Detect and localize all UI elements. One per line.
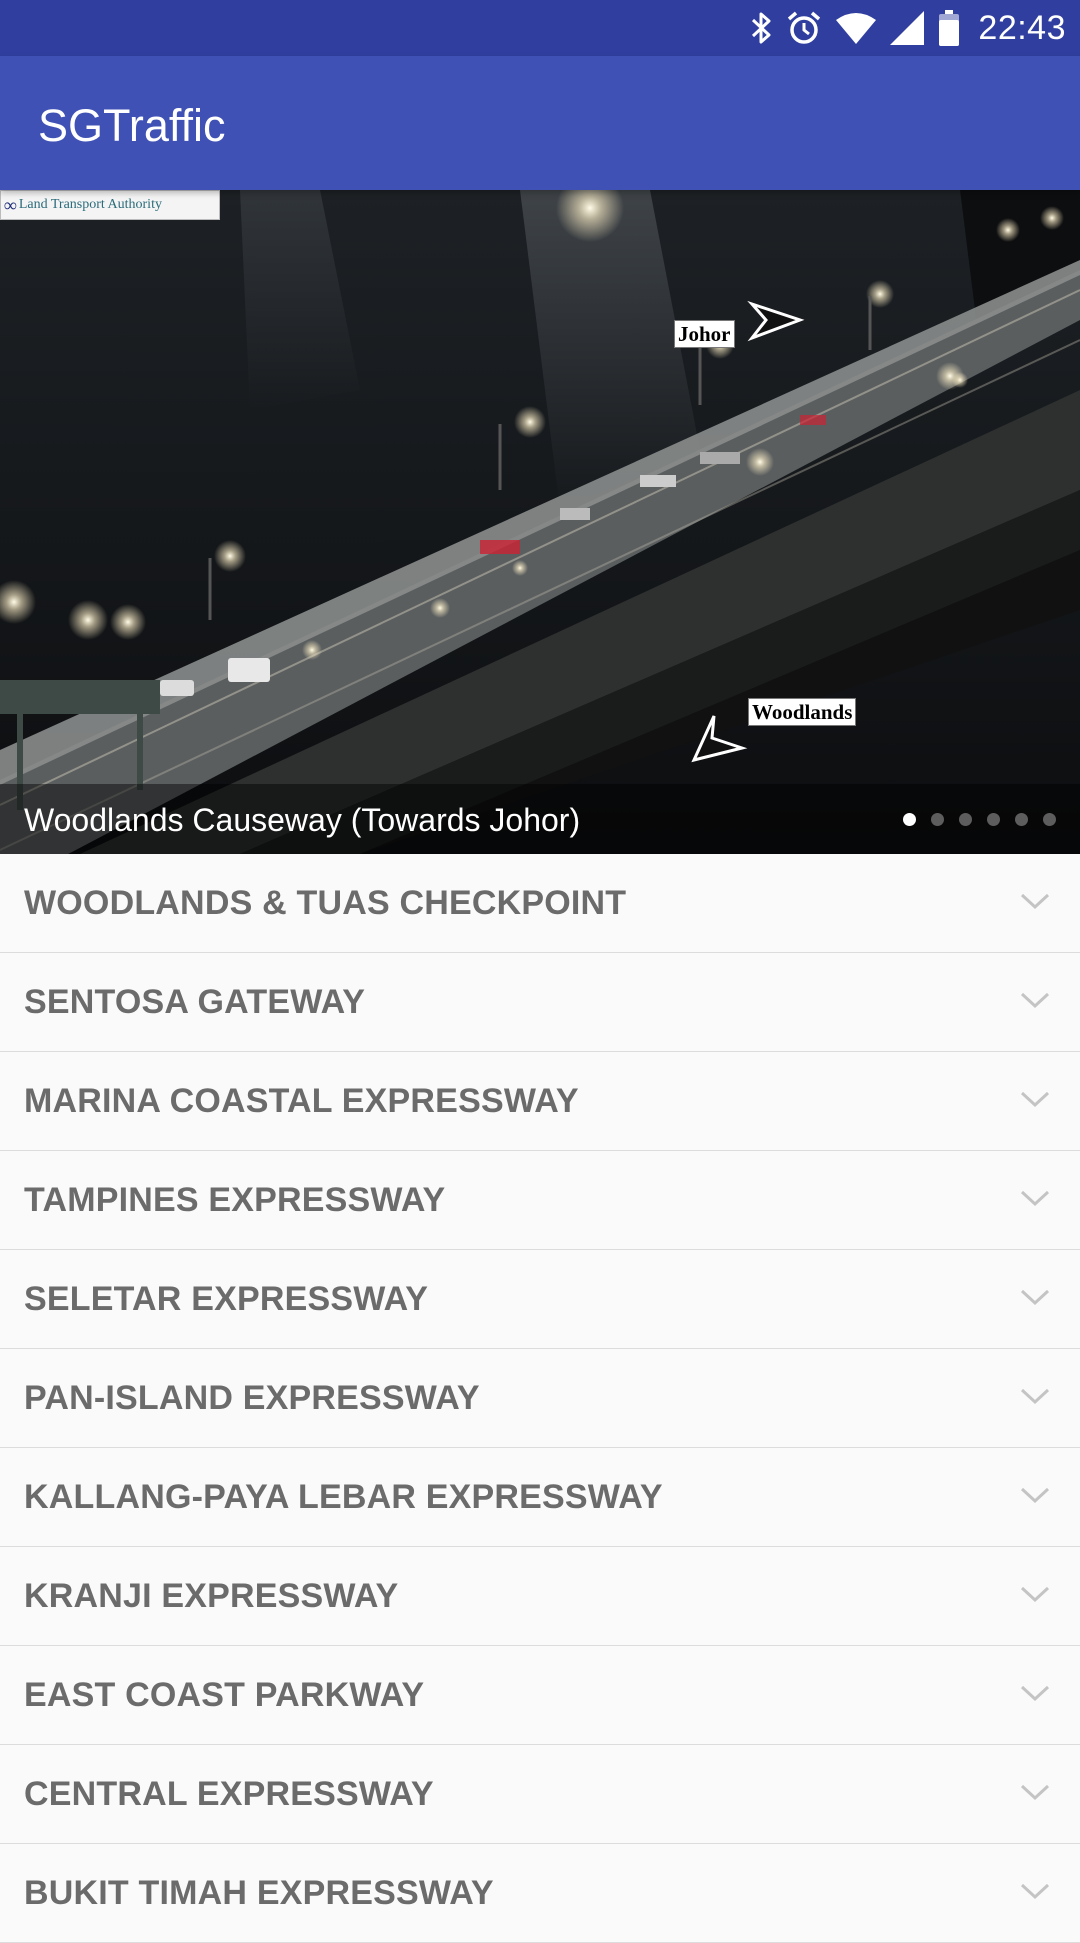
lta-logo: ∞ Land Transport Authority (0, 190, 220, 220)
list-item-marina-coastal-expressway[interactable]: MARINA COASTAL EXPRESSWAY (0, 1052, 1080, 1151)
list-item-kranji-expressway[interactable]: KRANJI EXPRESSWAY (0, 1547, 1080, 1646)
chevron-down-icon (1020, 992, 1050, 1009)
list-item-label: BUKIT TIMAH EXPRESSWAY (24, 1874, 494, 1912)
traffic-camera-carousel[interactable]: ∞ Land Transport Authority Johor Woodlan… (0, 190, 1080, 854)
chevron-down-icon (1020, 1586, 1050, 1603)
list-item-woodlands-tuas-checkpoint[interactable]: WOODLANDS & TUAS CHECKPOINT (0, 854, 1080, 953)
chevron-down-icon (1020, 1388, 1050, 1405)
johor-sign: Johor (674, 320, 735, 348)
list-item-label: EAST COAST PARKWAY (24, 1676, 425, 1714)
chevron-down-icon (1020, 1685, 1050, 1702)
list-item-pan-island-expressway[interactable]: PAN-ISLAND EXPRESSWAY (0, 1349, 1080, 1448)
list-item-label: SELETAR EXPRESSWAY (24, 1280, 429, 1318)
woodlands-sign: Woodlands (748, 698, 857, 726)
list-item-label: KRANJI EXPRESSWAY (24, 1577, 399, 1615)
app-bar: SGTraffic (0, 56, 1080, 190)
alarm-icon (786, 10, 822, 46)
status-time: 22:43 (978, 8, 1066, 47)
camera-caption-bar: Woodlands Causeway (Towards Johor) (0, 784, 1080, 854)
bluetooth-icon (750, 11, 772, 45)
chevron-down-icon (1020, 1289, 1050, 1306)
cell-signal-icon (890, 11, 925, 45)
traffic-camera-image (0, 190, 1080, 854)
list-item-label: WOODLANDS & TUAS CHECKPOINT (24, 884, 627, 922)
chevron-down-icon (1020, 893, 1050, 910)
chevron-down-icon (1020, 1784, 1050, 1801)
list-item-label: MARINA COASTAL EXPRESSWAY (24, 1082, 579, 1120)
chevron-down-icon (1020, 1883, 1050, 1900)
list-item-seletar-expressway[interactable]: SELETAR EXPRESSWAY (0, 1250, 1080, 1349)
page-dot[interactable] (1015, 813, 1028, 826)
page-dot[interactable] (903, 813, 916, 826)
expressway-list: WOODLANDS & TUAS CHECKPOINT SENTOSA GATE… (0, 854, 1080, 1943)
battery-icon (938, 10, 960, 46)
status-bar: 22:43 (0, 0, 1080, 56)
page-dot[interactable] (931, 813, 944, 826)
chevron-down-icon (1020, 1487, 1050, 1504)
camera-caption: Woodlands Causeway (Towards Johor) (24, 802, 581, 838)
lta-logo-mark: ∞ (4, 194, 17, 215)
list-item-tampines-expressway[interactable]: TAMPINES EXPRESSWAY (0, 1151, 1080, 1250)
status-icons: 22:43 (750, 0, 1066, 56)
chevron-down-icon (1020, 1190, 1050, 1207)
list-item-kallang-paya-lebar-expressway[interactable]: KALLANG-PAYA LEBAR EXPRESSWAY (0, 1448, 1080, 1547)
page-indicator (903, 813, 1056, 826)
page-dot[interactable] (1043, 813, 1056, 826)
wifi-icon (836, 12, 877, 44)
list-item-bukit-timah-expressway[interactable]: BUKIT TIMAH EXPRESSWAY (0, 1844, 1080, 1943)
list-item-label: PAN-ISLAND EXPRESSWAY (24, 1379, 480, 1417)
chevron-down-icon (1020, 1091, 1050, 1108)
list-item-label: SENTOSA GATEWAY (24, 983, 366, 1021)
page-dot[interactable] (959, 813, 972, 826)
app-title: SGTraffic (38, 100, 226, 151)
lta-logo-text: Land Transport Authority (18, 197, 162, 212)
list-item-label: TAMPINES EXPRESSWAY (24, 1181, 446, 1219)
list-item-label: KALLANG-PAYA LEBAR EXPRESSWAY (24, 1478, 663, 1516)
list-item-east-coast-parkway[interactable]: EAST COAST PARKWAY (0, 1646, 1080, 1745)
list-item-central-expressway[interactable]: CENTRAL EXPRESSWAY (0, 1745, 1080, 1844)
list-item-sentosa-gateway[interactable]: SENTOSA GATEWAY (0, 953, 1080, 1052)
list-item-label: CENTRAL EXPRESSWAY (24, 1775, 434, 1813)
page-dot[interactable] (987, 813, 1000, 826)
